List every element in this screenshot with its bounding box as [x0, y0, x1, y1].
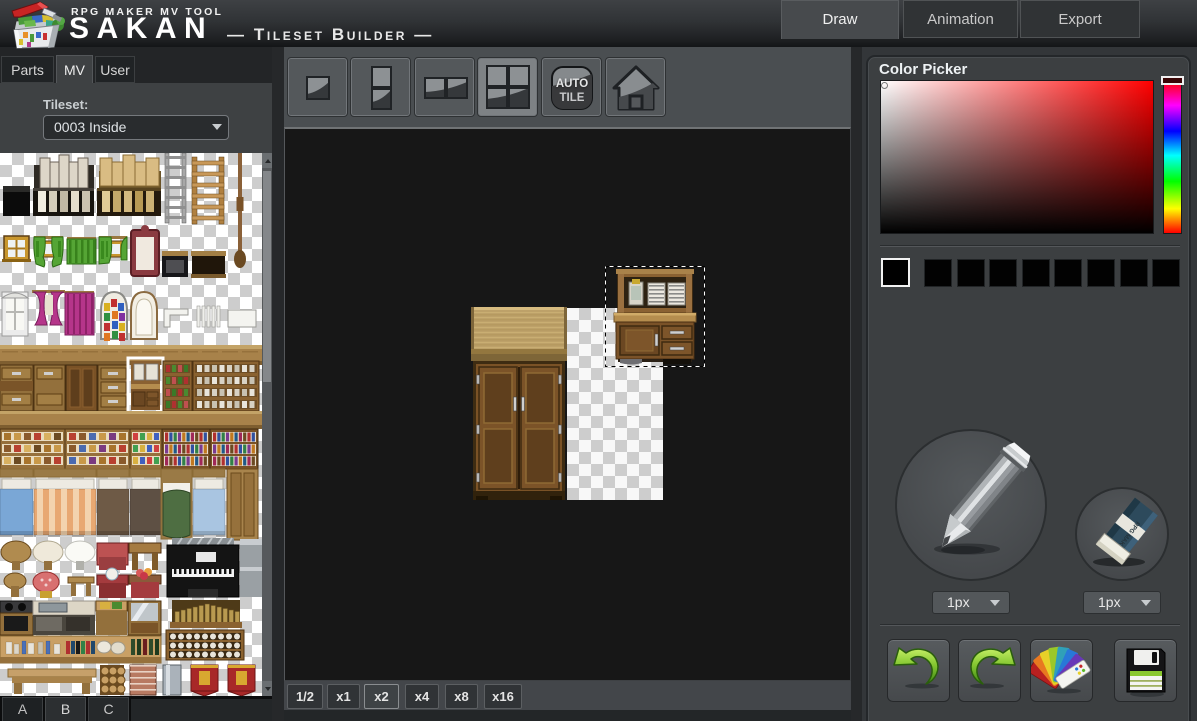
svg-text:AUTO: AUTO	[556, 78, 588, 90]
svg-text:TILE: TILE	[560, 92, 585, 104]
